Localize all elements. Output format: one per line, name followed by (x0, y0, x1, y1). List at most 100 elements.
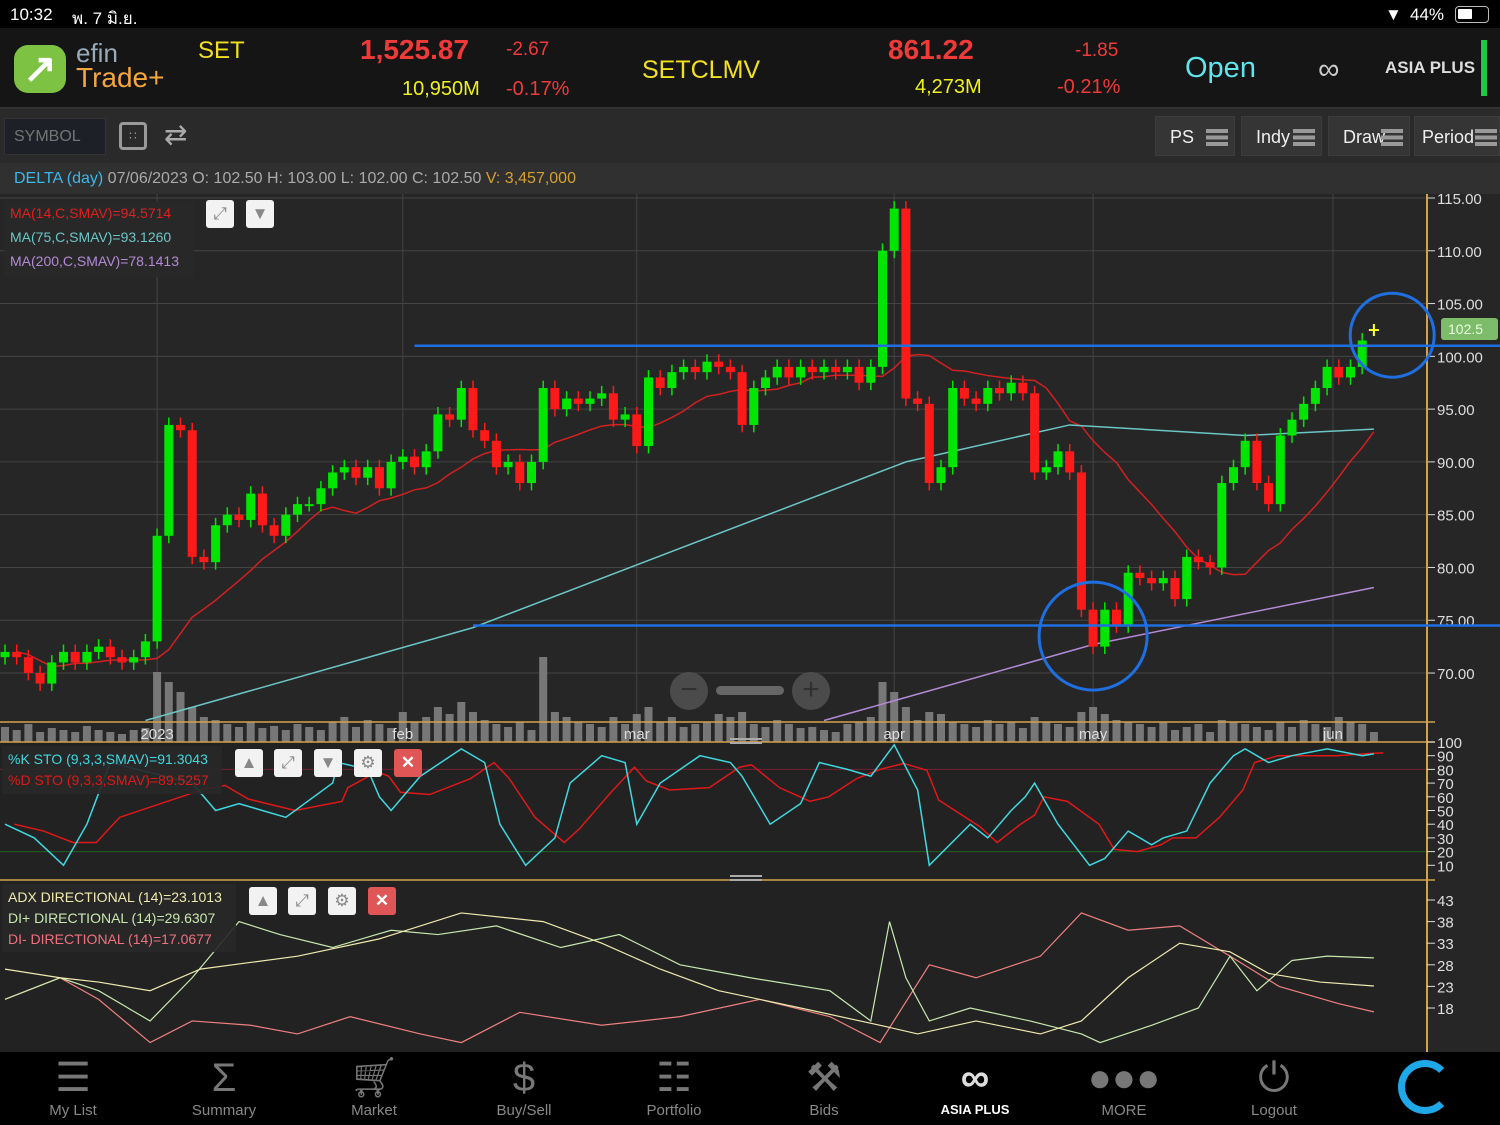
volume-bar (504, 727, 513, 742)
nav-market[interactable]: 🛒︎ Market (319, 1052, 429, 1125)
volume-bar (773, 720, 782, 742)
volume-bar (1054, 724, 1062, 742)
candle-body (94, 646, 104, 652)
volume-bar (24, 724, 33, 742)
move-up-icon[interactable]: ▲ (249, 887, 277, 915)
pane-resize-handle[interactable] (730, 875, 762, 881)
volume-bar (1147, 727, 1156, 742)
volume-bar (808, 727, 817, 742)
di-minus-legend: DI- DIRECTIONAL (14)=17.0677 (8, 931, 212, 947)
settings-icon[interactable]: ⚙ (354, 749, 382, 777)
price-tick-label: 105.00 (1437, 297, 1483, 314)
candle-body (959, 388, 969, 399)
volume-bar (94, 730, 103, 742)
zoom-in-button[interactable]: + (792, 672, 830, 710)
expand-icon[interactable]: ⤢ (288, 887, 316, 915)
more-dots-icon: ●●● (1087, 1056, 1161, 1100)
candle-body (1334, 366, 1344, 378)
volume-bar (1, 727, 9, 742)
volume-bar (983, 720, 992, 742)
nav-portfolio[interactable]: ☷ Portfolio (619, 1052, 729, 1125)
candle-body (562, 398, 572, 410)
candle-body (854, 366, 864, 383)
nav-buy-sell[interactable]: $ Buy/Sell (469, 1052, 579, 1125)
candle-body (644, 377, 653, 447)
volume-bar (937, 714, 945, 742)
nav-more[interactable]: ●●● MORE (1069, 1052, 1179, 1125)
app-swirl-icon[interactable] (1398, 1060, 1452, 1114)
volume-bar (12, 730, 21, 742)
volume-bar (492, 724, 501, 742)
volume-bar (1369, 732, 1378, 742)
candle-body (35, 673, 45, 684)
close-icon[interactable]: ✕ (368, 887, 396, 915)
candle-body (222, 514, 232, 526)
candle-body (199, 556, 209, 563)
candle-body (1287, 419, 1297, 436)
candle-body (620, 414, 630, 420)
volume-bar (843, 724, 852, 742)
adx-tick-label: 18 (1437, 1001, 1454, 1018)
sto-k-legend: %K STO (9,3,3,SMAV)=91.3043 (8, 751, 208, 767)
candle-body (117, 657, 127, 663)
volume-bar (831, 732, 840, 742)
expand-icon[interactable]: ⤢ (274, 749, 302, 777)
nav-logout[interactable]: ⏻ Logout (1219, 1052, 1329, 1125)
volume-bar (714, 714, 723, 742)
volume-bar (1206, 732, 1215, 742)
volume-bar (1194, 724, 1203, 742)
asiaplus-logo-icon: ∞ (960, 1056, 990, 1100)
di-plus-legend: DI+ DIRECTIONAL (14)=29.6307 (8, 910, 216, 926)
nav-asiaplus[interactable]: ∞ ASIA PLUS (920, 1052, 1030, 1125)
candle-body (293, 504, 302, 515)
candle-body (527, 461, 536, 484)
volume-bar (1288, 727, 1296, 742)
candle-body (679, 366, 689, 373)
volume-bar (1299, 720, 1308, 742)
candle-body (339, 467, 349, 473)
candle-body (538, 388, 548, 462)
bottom-nav: ☰ My List Σ Summary 🛒︎ Market $ Buy/Sell ☷ Po… (0, 1052, 1500, 1125)
adx-tick-label: 38 (1437, 915, 1454, 932)
candle-body (374, 467, 384, 489)
move-down-icon[interactable]: ▼ (246, 200, 274, 228)
close-icon[interactable]: ✕ (394, 749, 422, 777)
month-label: feb (392, 726, 413, 743)
nav-my-list[interactable]: ☰ My List (18, 1052, 128, 1125)
price-tick-label: 70.00 (1437, 666, 1475, 683)
nav-bids[interactable]: ⚒ Bids (769, 1052, 879, 1125)
price-tick-label: 95.00 (1437, 402, 1475, 419)
candle-body (23, 657, 33, 674)
volume-bar (960, 724, 969, 742)
expand-icon[interactable]: ⤢ (206, 200, 234, 228)
volume-bar (316, 730, 325, 742)
candle-body (234, 514, 244, 520)
candle-body (1065, 451, 1075, 473)
candle-body (129, 657, 139, 663)
volume-bar (539, 657, 548, 742)
volume-bar (574, 722, 583, 742)
candle-body (1018, 382, 1028, 394)
move-down-icon[interactable]: ▼ (314, 749, 342, 777)
nav-label: Buy/Sell (496, 1102, 552, 1119)
volume-bar (1358, 724, 1367, 742)
candle-body (1252, 440, 1262, 484)
move-up-icon[interactable]: ▲ (235, 749, 263, 777)
candle-body (1112, 609, 1121, 626)
candle-body (281, 514, 291, 536)
cart-icon: 🛒︎ (348, 1056, 400, 1100)
candle-body (913, 398, 923, 404)
volume-bar (1182, 727, 1191, 742)
pane-resize-handle[interactable] (730, 738, 762, 744)
nav-summary[interactable]: Σ Summary (169, 1052, 279, 1125)
candle-body (246, 493, 256, 520)
zoom-slider[interactable] (716, 686, 784, 695)
candle-body (328, 472, 338, 489)
candle-body (819, 366, 829, 373)
candle-body (690, 366, 700, 373)
volume-bar (925, 712, 934, 742)
zoom-out-button[interactable]: − (670, 672, 708, 710)
settings-icon[interactable]: ⚙ (328, 887, 356, 915)
volume-bar (866, 717, 875, 742)
candle-body (831, 366, 841, 373)
